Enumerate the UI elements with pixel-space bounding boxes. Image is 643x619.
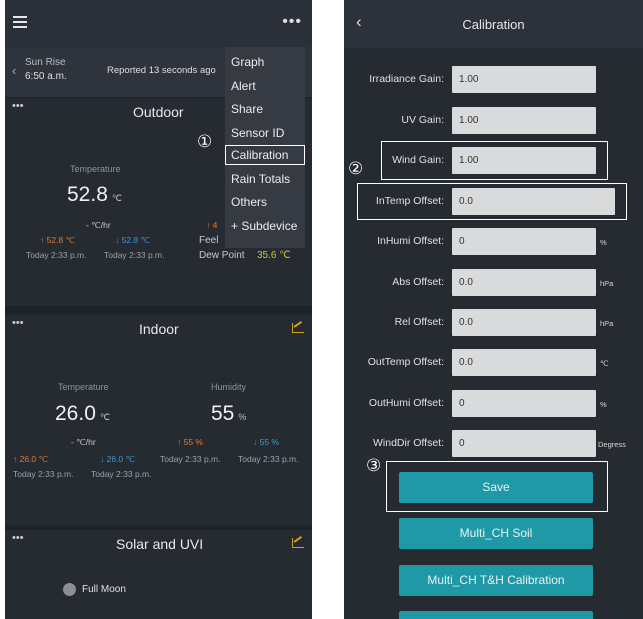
indoor-card[interactable]: ••• Indoor Temperature Humidity 26.0 ℃ 55… [5,315,312,525]
outtemp-offset-label: OutTemp Offset: [367,356,444,368]
indoor-hum-low: ↓ 55 % [253,437,279,447]
calibration-highlight-box [225,145,305,165]
app-header: ••• [5,0,312,47]
rel-offset-unit: hPa [600,319,614,328]
menu-item-alert[interactable]: Alert [231,79,256,93]
winddir-offset-unit: Degress [598,440,626,449]
irradiance-gain-input[interactable]: 1.00 [452,66,596,93]
indoor-temp-low: ↓ 26.0 ℃ [100,454,136,464]
rel-offset-input[interactable]: 0.0 [452,309,596,336]
calibration-screen: ‹ Calibration Irradiance Gain: 1.00 UV G… [344,0,643,619]
intemp-offset-highlight-box [357,183,627,220]
save-highlight-box [386,461,608,512]
hamburger-icon[interactable] [13,16,27,28]
outdoor-temp-label: Temperature [70,164,121,174]
moon-phase: Full Moon [82,584,126,595]
outtemp-offset-input[interactable]: 0.0 [452,349,596,376]
chart-icon[interactable] [292,323,304,333]
indoor-temp-high: ↑ 26.0 ℃ [13,454,49,464]
menu-item-rain-totals[interactable]: Rain Totals [231,172,290,186]
outdoor-temp-value: 52.8 [67,183,108,206]
solar-title: Solar and UVI [116,536,204,552]
moon-icon [63,583,76,596]
multi-ch-soil-button[interactable]: Multi_CH Soil [399,518,593,549]
step-one-marker: ① [197,132,213,151]
outdoor-temp-reading: 52.8 ℃ [67,183,122,207]
wind-gain-highlight-box [381,141,608,180]
multi-ch-th-calibration-button[interactable]: Multi_CH T&H Calibration [399,565,593,596]
indoor-temp-unit: ℃ [99,412,110,422]
reported-status: Reported 13 seconds ago [107,65,216,76]
card-menu-icon[interactable]: ••• [12,100,24,112]
inhumi-offset-label: InHumi Offset: [377,235,444,247]
outtemp-offset-unit: ℃ [600,359,609,368]
outdoor-title: Outdoor [133,104,184,120]
solar-uvi-card[interactable]: ••• Solar and UVI Full Moon [5,530,312,619]
chart-icon[interactable] [292,538,304,548]
outdoor-low: ↓ 52.8 ℃ [115,235,151,245]
outdoor-low-time: Today 2:33 p.m. [104,250,165,260]
inhumi-offset-unit: % [600,238,607,247]
rel-offset-label: Rel Offset: [394,316,444,328]
indoor-rate: - ℃/hr [71,437,96,447]
uv-gain-input[interactable]: 1.00 [452,107,596,134]
feels-like-label: Feel [199,235,219,246]
indoor-hum-high: ↑ 55 % [177,437,203,447]
indoor-humidity-label: Humidity [211,382,247,392]
dew-point-label: Dew Point [199,250,245,261]
menu-item-others[interactable]: Others [231,195,267,209]
outdoor-temp-unit: ℃ [111,193,122,203]
indoor-temp-label: Temperature [58,382,109,392]
dashboard-screen: ••• ‹ Sun Rise 6:50 a.m. Reported 13 sec… [5,0,312,619]
next-button-partial[interactable] [399,611,593,619]
indoor-temp-low-time: Today 2:33 p.m. [91,469,152,479]
indoor-temp-high-time: Today 2:33 p.m. [13,469,74,479]
chevron-left-icon[interactable]: ‹ [12,63,16,78]
outdoor-partial-high: ↑ 4 [206,220,218,230]
indoor-hum-low-time: Today 2:33 p.m. [238,454,299,464]
indoor-humidity-reading: 55% [211,402,246,426]
step-three-marker: ③ [366,456,382,475]
page-title: Calibration [462,17,525,32]
outdoor-high-time: Today 2:33 p.m. [26,250,87,260]
calibration-header: ‹ Calibration [344,0,643,48]
irradiance-gain-label: Irradiance Gain: [369,73,444,85]
card-menu-icon[interactable]: ••• [12,317,24,329]
sun-rise-value: 6:50 a.m. [25,71,67,82]
more-options-icon[interactable]: ••• [282,13,302,31]
abs-offset-input[interactable]: 0.0 [452,269,596,296]
abs-offset-label: Abs Offset: [392,276,444,288]
step-two-marker: ② [348,159,364,178]
menu-item-share[interactable]: Share [231,102,263,116]
indoor-temp-value: 26.0 [55,402,96,425]
winddir-offset-label: WindDir Offset: [373,437,444,449]
indoor-humidity-value: 55 [211,402,235,425]
uv-gain-label: UV Gain: [401,114,444,126]
indoor-temp-reading: 26.0 ℃ [55,402,110,426]
indoor-hum-high-time: Today 2:33 p.m. [160,454,221,464]
dew-point-value: 35.6 ℃ [257,250,291,261]
menu-item-sensor-id[interactable]: Sensor ID [231,126,284,140]
outhumi-offset-unit: % [600,400,607,409]
indoor-title: Indoor [139,321,179,337]
card-menu-icon[interactable]: ••• [12,532,24,544]
indoor-humidity-unit: % [238,412,247,422]
menu-item-graph[interactable]: Graph [231,55,264,69]
outhumi-offset-input[interactable]: 0 [452,390,596,417]
sun-rise-label: Sun Rise [25,57,66,68]
abs-offset-unit: hPa [600,279,614,288]
winddir-offset-input[interactable]: 0 [452,430,596,457]
outhumi-offset-label: OutHumi Offset: [368,397,444,409]
outdoor-rate: - ℃/hr [86,220,111,230]
outdoor-high: ↑ 52.8 ℃ [40,235,76,245]
inhumi-offset-input[interactable]: 0 [452,228,596,255]
menu-item-subdevice[interactable]: + Subdevice [231,219,297,233]
